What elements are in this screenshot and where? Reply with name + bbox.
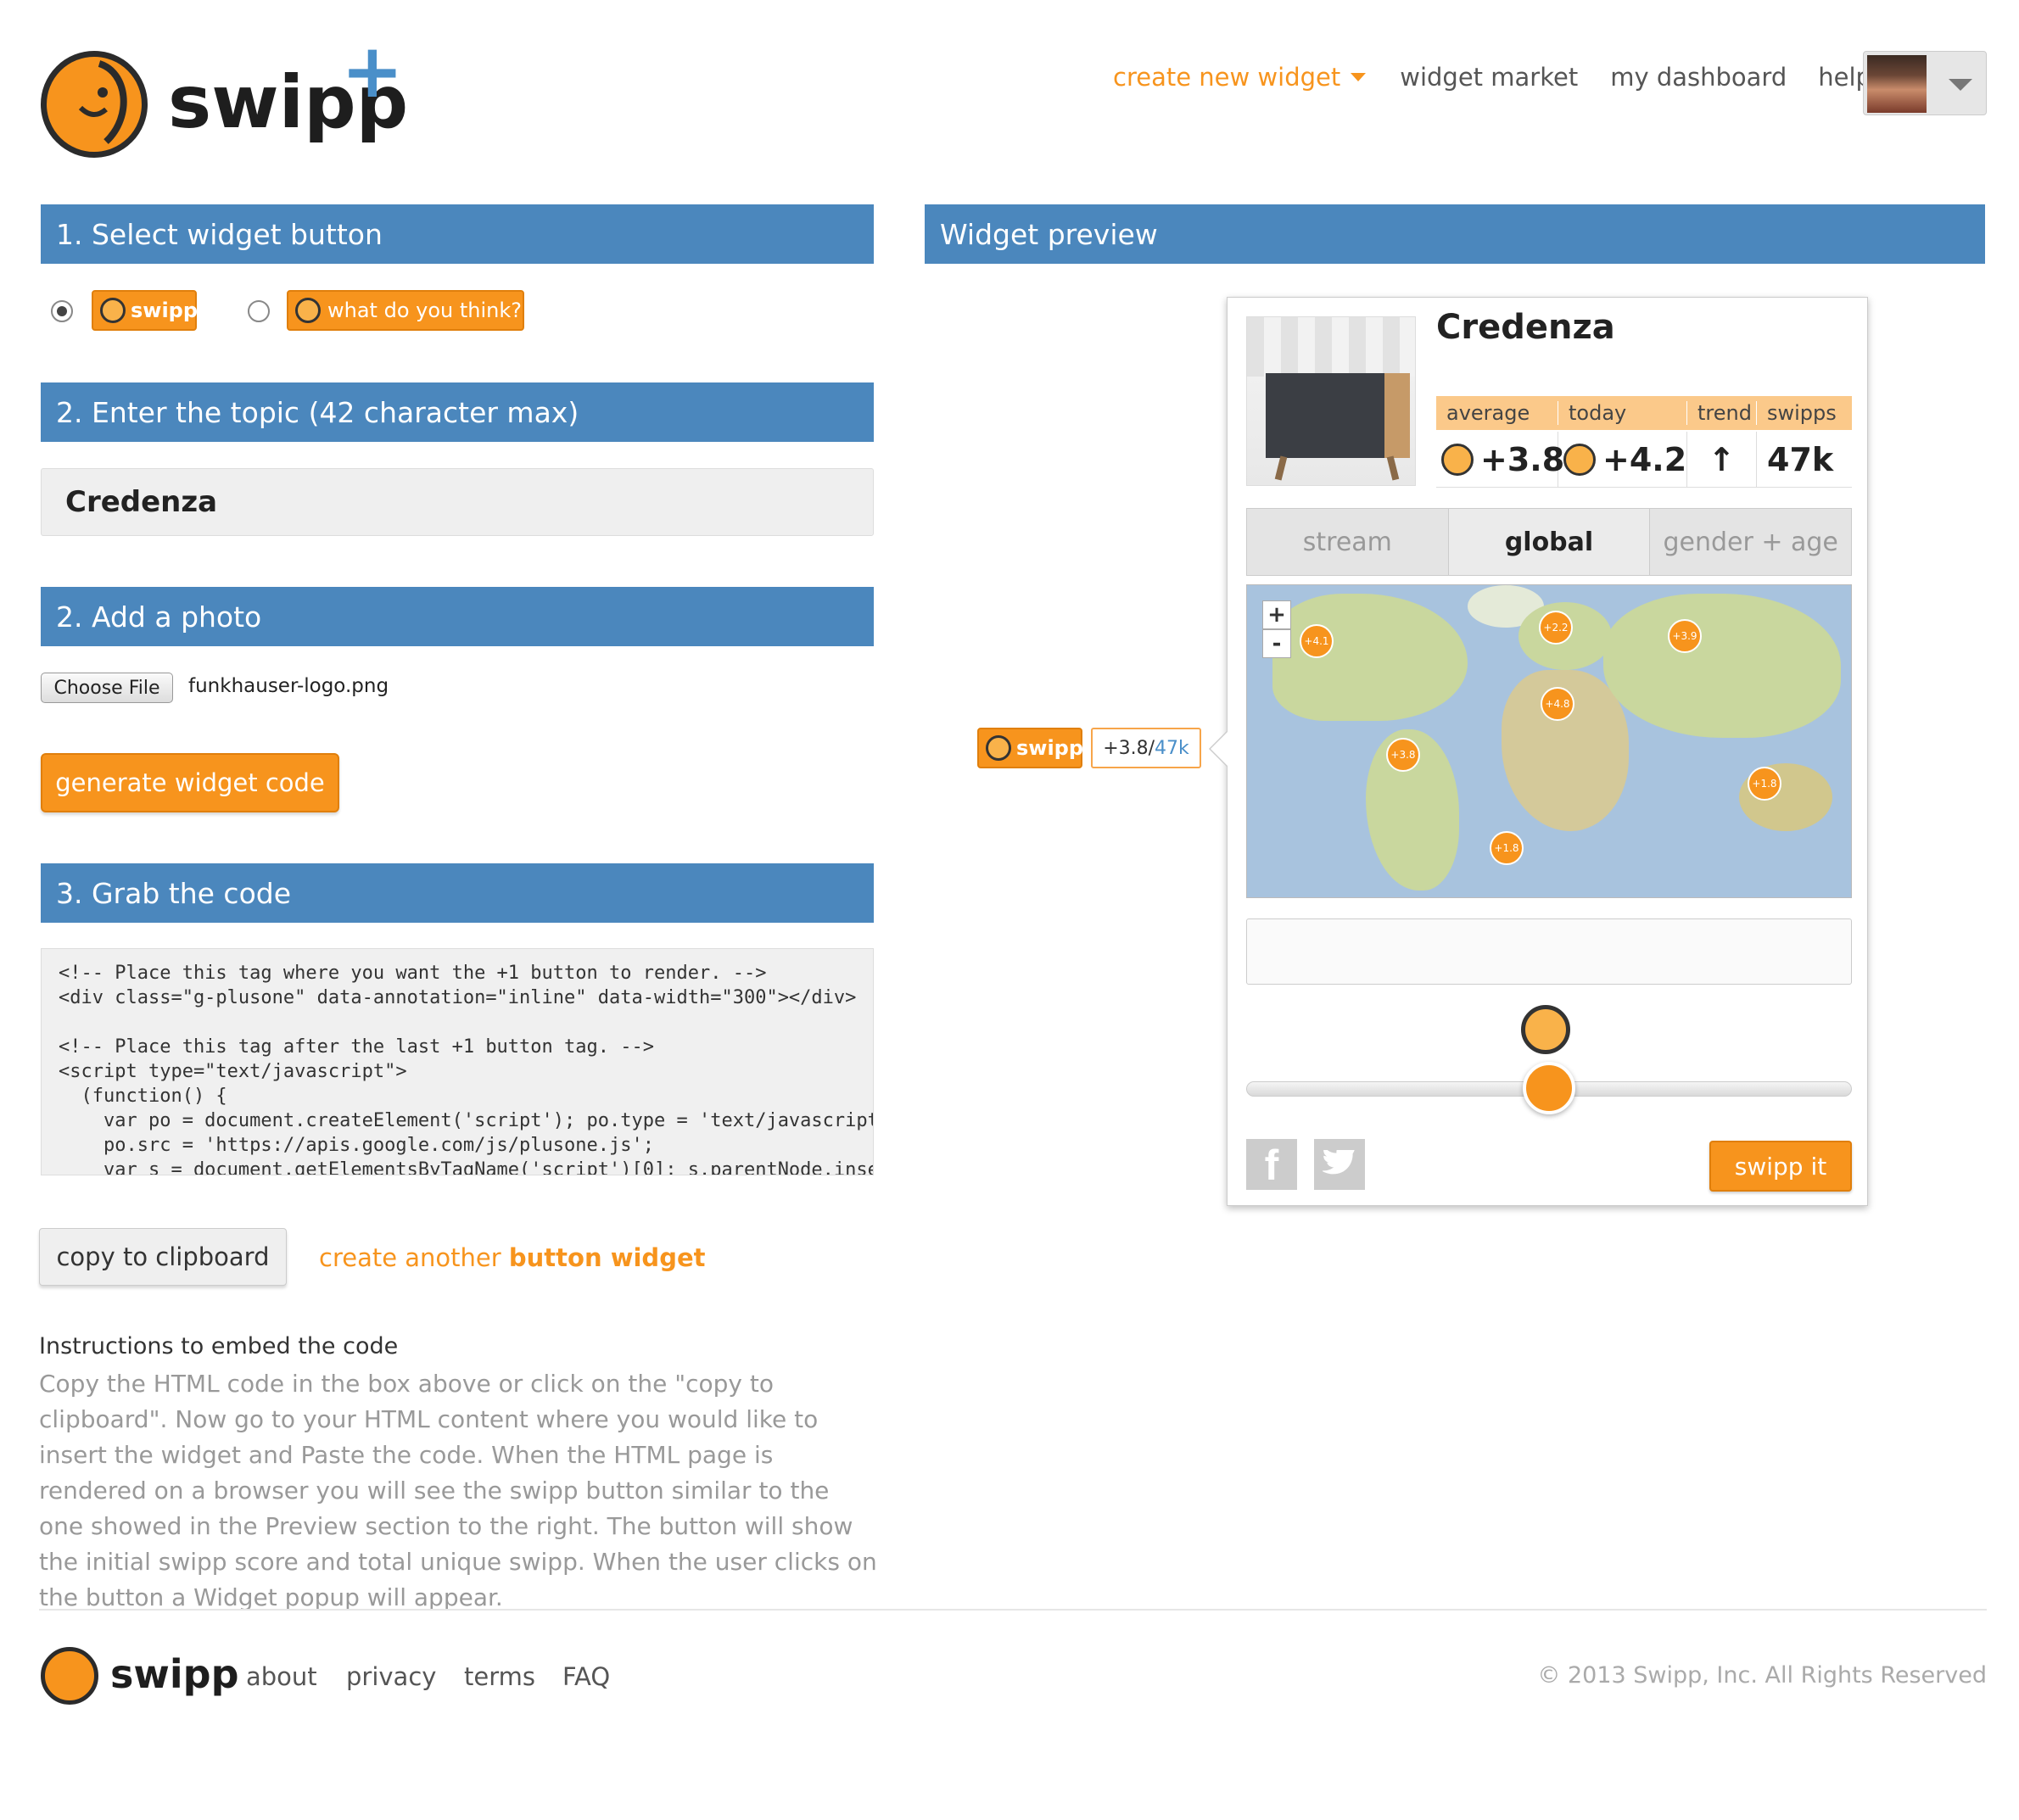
preview-score-bubble: +3.8/47k	[1091, 728, 1201, 768]
map-pin[interactable]: +1.8	[1748, 767, 1781, 801]
radio-swipp-button[interactable]	[51, 300, 73, 322]
comment-input[interactable]	[1246, 918, 1852, 985]
map-pin[interactable]: +1.8	[1490, 831, 1524, 865]
tab-gender-age[interactable]: gender + age	[1650, 509, 1851, 575]
swipp-mini-icon	[1441, 443, 1474, 476]
generate-widget-code-button[interactable]: generate widget code	[41, 753, 339, 812]
chevron-down-icon	[1949, 79, 1972, 91]
widget-preview-title: Widget preview	[940, 217, 1158, 251]
footer-swipp-logo-icon[interactable]	[41, 1647, 98, 1705]
swipp-mini-icon	[295, 298, 321, 323]
option2-label: what do you think?	[327, 299, 522, 322]
create-another-button-widget-link[interactable]: create another button widget	[319, 1243, 705, 1272]
copyright: © 2013 Swipp, Inc. All Rights Reserved	[1537, 1662, 1987, 1689]
add-photo-header: 2. Add a photo	[41, 587, 874, 646]
map-pin[interactable]: +3.9	[1668, 619, 1702, 653]
what-do-you-think-option[interactable]: what do you think?	[287, 290, 524, 331]
chevron-down-icon[interactable]	[1351, 73, 1367, 81]
step2-title: 2. Enter the topic (42 character max)	[56, 395, 579, 429]
nav-widget-market[interactable]: widget market	[1400, 63, 1578, 92]
facebook-icon[interactable]: f	[1246, 1139, 1297, 1190]
step3-title: 3. Grab the code	[56, 876, 292, 910]
footer-terms[interactable]: terms	[464, 1662, 535, 1691]
preview-count: 47k	[1155, 737, 1189, 759]
avatar	[1867, 55, 1927, 113]
map-pin[interactable]: +2.2	[1539, 611, 1573, 645]
footer-faq[interactable]: FAQ	[562, 1662, 610, 1691]
copy-to-clipboard-button[interactable]: copy to clipboard	[39, 1228, 287, 1286]
swipp-mini-icon	[986, 735, 1011, 761]
card-topic: Credenza	[1436, 308, 1615, 347]
swipp-it-button[interactable]: swipp it	[1709, 1141, 1852, 1192]
tab-global[interactable]: global	[1448, 509, 1651, 575]
average-header: average	[1436, 401, 1558, 425]
today-value: +4.2	[1602, 440, 1687, 478]
widget-card: Credenza average today trend swipps +3.8…	[1209, 297, 1868, 1206]
card-pointer-inner	[1211, 731, 1228, 767]
add-photo-title: 2. Add a photo	[56, 600, 262, 634]
footer-about[interactable]: about	[246, 1662, 317, 1691]
map-pin[interactable]: +3.8	[1386, 738, 1420, 772]
step1-title: 1. Select widget button	[56, 217, 383, 251]
average-cell: +3.8	[1436, 431, 1564, 488]
swipp-button-option[interactable]: swipp	[92, 290, 199, 331]
zoom-in-button[interactable]: +	[1262, 600, 1291, 629]
asia	[1603, 594, 1841, 738]
step2-header: 2. Enter the topic (42 character max)	[41, 382, 874, 442]
swipp-logo-icon[interactable]	[41, 51, 148, 158]
preview-swipp-button[interactable]: swipp	[977, 728, 1084, 768]
footer-logo-text[interactable]: swipp	[110, 1654, 239, 1694]
create-another-text: create another	[319, 1243, 501, 1272]
tab-stream[interactable]: stream	[1247, 509, 1449, 575]
map-pin[interactable]: +4.1	[1300, 624, 1334, 658]
average-value: +3.8	[1480, 440, 1565, 478]
swipp-mini-icon	[1563, 443, 1596, 476]
footer-divider	[39, 1609, 1987, 1611]
file-name: funkhauser-logo.png	[188, 675, 389, 697]
widget-preview-header: Widget preview	[925, 204, 1985, 264]
instructions-title: Instructions to embed the code	[39, 1333, 399, 1359]
nav-create-new-widget[interactable]: create new widget	[1113, 63, 1340, 92]
world-map[interactable]: + - +4.1 +2.2 +3.9 +4.8 +3.8 +1.8 +1.8	[1246, 584, 1852, 898]
choose-file-button[interactable]: Choose File	[41, 673, 173, 703]
preview-button-label: swipp	[1016, 736, 1084, 760]
step3-header: 3. Grab the code	[41, 863, 874, 923]
radio-what-do-you-think[interactable]	[248, 300, 270, 322]
step1-header: 1. Select widget button	[41, 204, 874, 264]
today-header: today	[1558, 401, 1687, 425]
zoom-out-button[interactable]: -	[1262, 629, 1291, 658]
preview-score: +3.8/	[1103, 737, 1155, 759]
slider-knob[interactable]	[1523, 1062, 1575, 1114]
trend-up-icon: ↑	[1687, 431, 1757, 488]
swipps-value: 47k	[1767, 440, 1834, 478]
option1-label: swipp	[131, 299, 199, 322]
product-photo	[1246, 316, 1416, 486]
embed-code-box[interactable]: <!-- Place this tag where you want the +…	[41, 948, 874, 1175]
trend-header: trend	[1687, 401, 1757, 425]
nav-my-dashboard[interactable]: my dashboard	[1610, 63, 1787, 92]
swipps-header: swipps	[1767, 401, 1837, 425]
view-tabs: stream global gender + age	[1246, 508, 1852, 576]
twitter-icon[interactable]	[1314, 1139, 1365, 1190]
main-nav: create new widget widget market my dashb…	[1113, 63, 1871, 92]
swipp-slider[interactable]	[1246, 1062, 1852, 1114]
user-menu[interactable]	[1863, 51, 1987, 115]
logo-plus-icon: +	[341, 27, 404, 114]
swipp-face-icon	[1521, 1005, 1570, 1054]
swipp-mini-icon	[100, 298, 126, 323]
topic-input[interactable]: Credenza	[41, 468, 874, 536]
stats-header: average today trend swipps	[1436, 396, 1852, 430]
footer-privacy[interactable]: privacy	[346, 1662, 436, 1691]
today-cell: +4.2	[1558, 431, 1687, 488]
button-widget-text: button widget	[508, 1243, 706, 1272]
stats-values: +3.8 +4.2 ↑ 47k	[1436, 431, 1852, 488]
instructions-body: Copy the HTML code in the box above or c…	[39, 1370, 877, 1611]
map-pin[interactable]: +4.8	[1541, 687, 1574, 721]
north-america	[1272, 594, 1468, 721]
